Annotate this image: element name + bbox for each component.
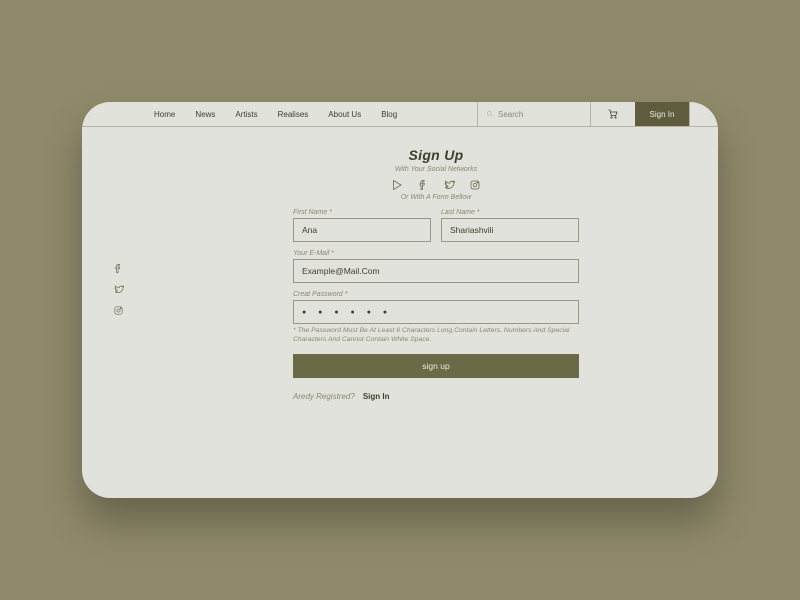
search-placeholder: Search (498, 110, 523, 119)
nav-news[interactable]: News (195, 110, 215, 119)
nav-about[interactable]: About Us (328, 110, 361, 119)
first-name-label: First Name * (293, 209, 431, 216)
play-icon[interactable] (391, 179, 403, 191)
nav-realises[interactable]: Realises (278, 110, 309, 119)
nav-blog[interactable]: Blog (381, 110, 397, 119)
password-input[interactable]: ● ● ● ● ● ● (293, 300, 579, 324)
instagram-icon[interactable] (113, 305, 124, 316)
search-icon (486, 110, 494, 118)
password-hint: * The Password Must Be At Least 6 Charac… (293, 326, 579, 344)
cart-icon (607, 108, 619, 120)
search-box[interactable]: Search (477, 102, 590, 126)
signup-card: Home News Artists Realises About Us Blog… (82, 102, 718, 498)
email-label: Your E-Mail * (293, 250, 579, 257)
nav-home[interactable]: Home (154, 110, 175, 119)
already-text: Aredy Registred? (293, 392, 355, 401)
instagram-icon[interactable] (469, 179, 481, 191)
signup-form: First Name * Ana Last Name * Shariashvil… (293, 209, 579, 401)
top-nav: Home News Artists Realises About Us Blog… (82, 102, 718, 127)
password-label: Creat Password * (293, 291, 579, 298)
cart-button[interactable] (590, 102, 635, 126)
twitter-icon[interactable] (113, 284, 124, 295)
nav-links: Home News Artists Realises About Us Blog (82, 102, 477, 126)
form-subtitle: Or With A Form Bellow (401, 194, 472, 201)
main: Sign Up With Your Social Networks Or Wit… (154, 127, 718, 498)
facebook-icon[interactable] (417, 179, 429, 191)
nav-tail (689, 102, 718, 126)
signin-link[interactable]: Sign In (363, 392, 390, 401)
email-input[interactable]: Example@Mail.Com (293, 259, 579, 283)
social-login-row (391, 179, 481, 191)
last-name-label: Last Name * (441, 209, 579, 216)
signup-button[interactable]: sign up (293, 354, 579, 378)
signin-button[interactable]: Sign In (635, 102, 689, 126)
nav-artists[interactable]: Artists (235, 110, 257, 119)
facebook-icon[interactable] (113, 263, 124, 274)
side-socials (82, 127, 154, 498)
page-title: Sign Up (409, 147, 464, 163)
first-name-input[interactable]: Ana (293, 218, 431, 242)
last-name-input[interactable]: Shariashvili (441, 218, 579, 242)
social-subtitle: With Your Social Networks (395, 166, 477, 173)
twitter-icon[interactable] (443, 179, 455, 191)
